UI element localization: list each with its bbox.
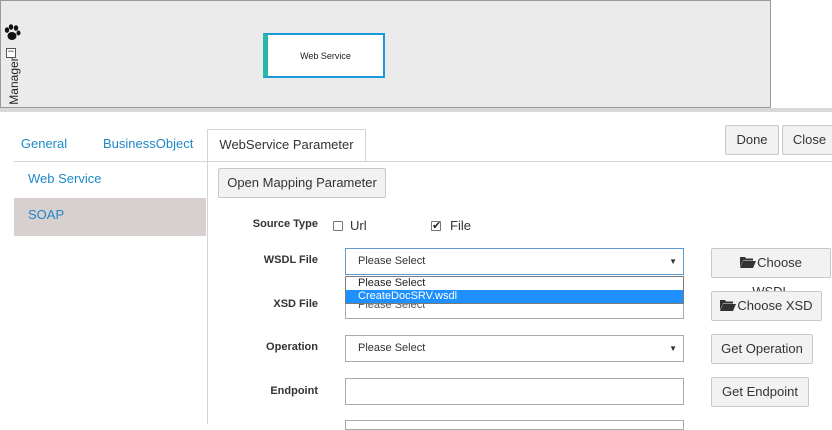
node-label: Web Service bbox=[300, 50, 351, 61]
close-button[interactable]: Close bbox=[782, 125, 832, 155]
canvas-margin bbox=[771, 0, 832, 108]
url-checkbox[interactable] bbox=[333, 221, 343, 231]
paw-icon bbox=[3, 24, 21, 42]
wsdl-dropdown-list[interactable]: Please Select CreateDocSRV.wsdl bbox=[345, 276, 684, 304]
endpoint-input[interactable] bbox=[345, 378, 684, 405]
tab-general[interactable]: General bbox=[14, 129, 74, 162]
web-service-node[interactable]: Web Service bbox=[263, 33, 385, 78]
operation-select-value: Please Select bbox=[358, 342, 426, 354]
get-operation-button[interactable]: Get Operation bbox=[711, 334, 813, 364]
next-field-input[interactable] bbox=[345, 420, 684, 430]
choose-xsd-label: Choose XSD bbox=[737, 298, 813, 313]
url-checkbox-label: Url bbox=[350, 218, 367, 233]
wsdl-file-label: WSDL File bbox=[263, 254, 318, 266]
tab-webservice-parameter[interactable]: WebService Parameter bbox=[207, 129, 366, 162]
manager-side-label: Manager bbox=[7, 57, 21, 105]
wsdl-select-value: Please Select bbox=[358, 255, 426, 267]
nav-divider bbox=[207, 162, 208, 424]
dropdown-arrow-icon: ▼ bbox=[669, 257, 677, 266]
choose-wsdl-button[interactable]: Choose WSDL bbox=[711, 248, 831, 299]
xsd-file-label: XSD File bbox=[273, 298, 318, 310]
dropdown-option-highlighted[interactable]: CreateDocSRV.wsdl bbox=[346, 290, 683, 303]
source-type-label: Source Type bbox=[252, 218, 318, 230]
wsdl-file-select[interactable]: Please Select ▼ bbox=[345, 248, 684, 275]
endpoint-label: Endpoint bbox=[270, 385, 318, 397]
choose-xsd-button[interactable]: Choose XSD bbox=[711, 291, 822, 321]
get-endpoint-button[interactable]: Get Endpoint bbox=[711, 377, 809, 407]
panel-splitter[interactable] bbox=[0, 108, 832, 112]
folder-open-icon bbox=[740, 250, 757, 278]
file-checkbox[interactable]: ✔ bbox=[431, 221, 441, 232]
diagram-canvas[interactable] bbox=[0, 0, 771, 108]
tab-business-object[interactable]: BusinessObject bbox=[103, 129, 193, 162]
open-mapping-parameter-button[interactable]: Open Mapping Parameter bbox=[218, 168, 386, 198]
nav-item-web-service[interactable]: Web Service bbox=[14, 162, 206, 198]
operation-select[interactable]: Please Select ▼ bbox=[345, 335, 684, 362]
nav-item-soap[interactable]: SOAP bbox=[14, 198, 206, 236]
folder-open-icon bbox=[720, 293, 737, 321]
dropdown-option[interactable]: Please Select bbox=[346, 277, 683, 290]
operation-label: Operation bbox=[266, 341, 318, 353]
dropdown-arrow-icon: ▼ bbox=[669, 344, 677, 353]
file-checkbox-label: File bbox=[450, 218, 471, 233]
done-button[interactable]: Done bbox=[725, 125, 779, 155]
